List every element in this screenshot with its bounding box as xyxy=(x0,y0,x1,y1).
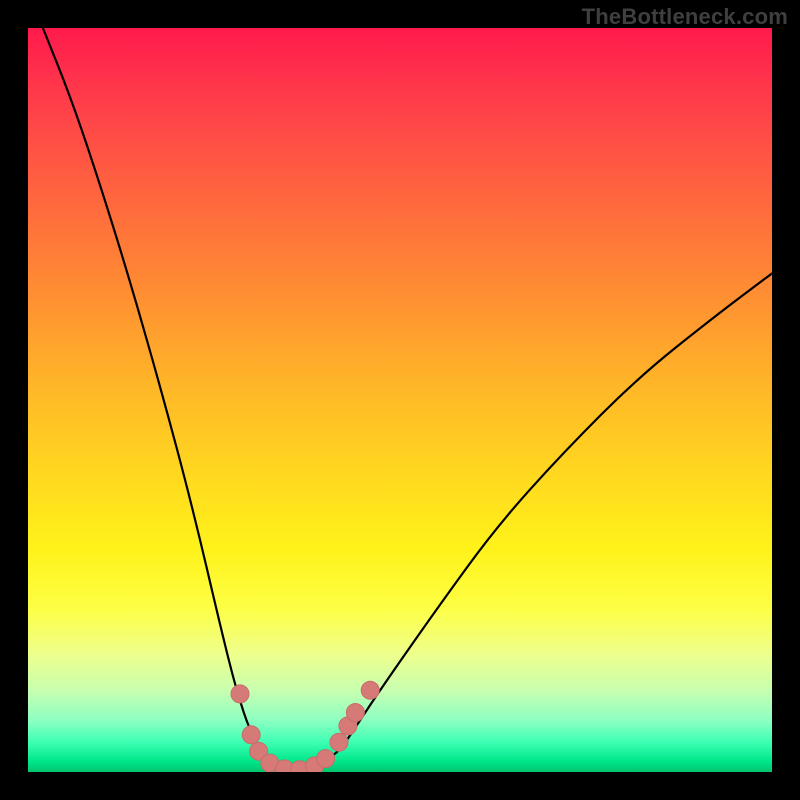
curve-marker xyxy=(317,750,335,768)
bottleneck-curve xyxy=(43,28,772,771)
curve-marker xyxy=(231,685,249,703)
watermark-text: TheBottleneck.com xyxy=(582,4,788,30)
curve-marker xyxy=(242,726,260,744)
curve-layer xyxy=(28,28,772,772)
plot-area xyxy=(28,28,772,772)
curve-marker xyxy=(361,681,379,699)
chart-frame: TheBottleneck.com xyxy=(0,0,800,800)
curve-markers xyxy=(231,681,379,772)
curve-marker xyxy=(346,704,364,722)
curve-marker xyxy=(330,733,348,751)
